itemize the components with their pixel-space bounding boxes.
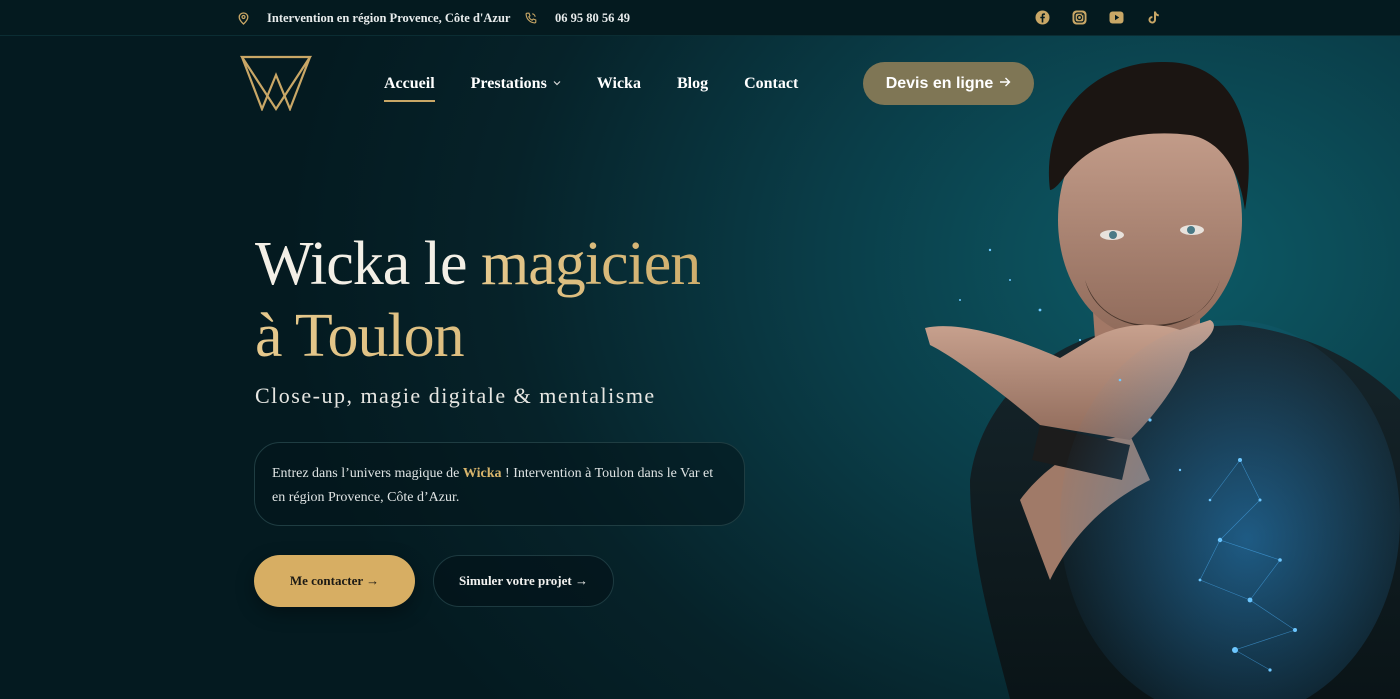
chevron-down-icon (553, 73, 561, 95)
hero-title-line2: à Toulon (255, 300, 775, 372)
nav-item-accueil[interactable]: Accueil (384, 72, 435, 102)
social-links (1035, 10, 1161, 25)
simuler-button-label: Simuler votre projet → (459, 573, 588, 588)
intro-card: Entrez dans l’univers magique de Wicka !… (254, 442, 745, 526)
instagram-icon[interactable] (1072, 10, 1087, 25)
top-bar: Intervention en région Provence, Côte d'… (0, 0, 1400, 36)
nav-item-label: Accueil (384, 75, 435, 92)
intro-brand: Wicka (462, 466, 502, 481)
site-logo[interactable] (239, 55, 313, 112)
main-navigation: Accueil Prestations Wicka Blog Contact (384, 72, 798, 102)
nav-item-blog[interactable]: Blog (677, 72, 708, 96)
nav-item-prestations[interactable]: Prestations (471, 72, 561, 96)
intro-text: Entrez dans l’univers magique de (272, 466, 463, 481)
simuler-projet-button[interactable]: Simuler votre projet → (433, 555, 614, 607)
magician-photo (900, 40, 1400, 699)
tiktok-icon[interactable] (1146, 10, 1161, 25)
map-pin-icon (238, 11, 249, 25)
nav-item-label: Blog (676, 75, 709, 92)
nav-item-wicka[interactable]: Wicka (597, 72, 641, 96)
hero-title-white: Wicka le (255, 230, 482, 298)
contact-button-label: Me contacter → (289, 573, 380, 588)
youtube-icon[interactable] (1109, 10, 1124, 25)
nav-item-label: Prestations (470, 75, 547, 92)
hero-title: Wicka le magicien à Toulon (255, 228, 775, 372)
me-contacter-button[interactable]: Me contacter → (254, 555, 415, 607)
phone-info[interactable]: 06 95 80 56 49 (525, 0, 630, 36)
hero-title-gold: magicien (481, 230, 701, 298)
nav-item-label: Contact (744, 75, 799, 92)
hero-subtitle: Close-up, magie digitale & mentalisme (255, 383, 656, 408)
nav-item-label: Wicka (596, 75, 641, 92)
nav-item-contact[interactable]: Contact (744, 72, 798, 96)
location-info: Intervention en région Provence, Côte d'… (238, 0, 510, 36)
location-text: Intervention en région Provence, Côte d'… (267, 10, 511, 25)
facebook-icon[interactable] (1035, 10, 1050, 25)
phone-text[interactable]: 06 95 80 56 49 (555, 11, 630, 26)
phone-icon (525, 12, 537, 24)
